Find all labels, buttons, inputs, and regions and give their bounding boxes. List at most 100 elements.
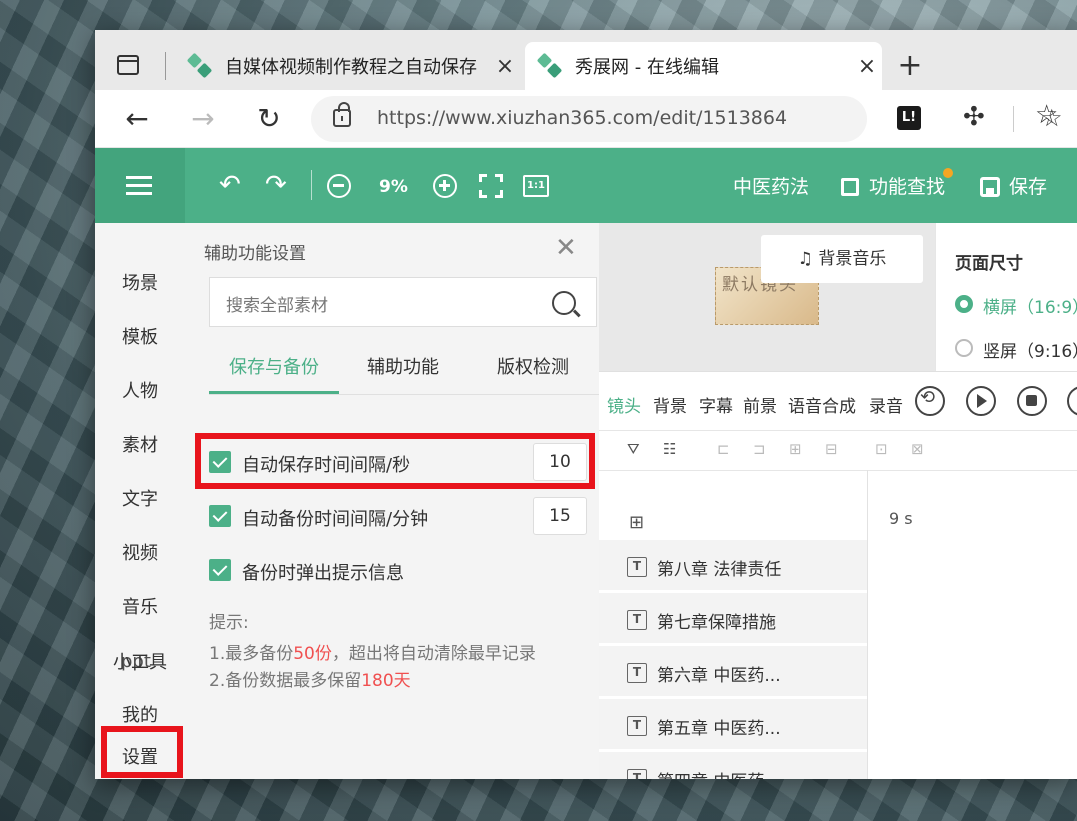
music-icon: ♫ xyxy=(797,249,819,269)
sidebar-item-material[interactable]: 素材 xyxy=(95,431,185,457)
more-control-icon[interactable] xyxy=(1067,386,1077,416)
tab-title: 自媒体视频制作教程之自动保存 xyxy=(225,57,477,78)
tab-tutorial[interactable]: 自媒体视频制作教程之自动保存 × xyxy=(175,42,520,90)
backup-prompt-checkbox[interactable] xyxy=(209,559,231,581)
play-icon[interactable] xyxy=(966,386,996,416)
find-function-button[interactable]: 功能查找 xyxy=(869,172,945,199)
autobackup-checkbox[interactable] xyxy=(209,505,231,527)
toolbar-separator xyxy=(1013,106,1014,132)
forward-icon[interactable]: → xyxy=(185,102,221,136)
timeline-tab-tts[interactable]: 语音合成 xyxy=(788,392,856,417)
sidebar-item-ppt[interactable]: ppt xyxy=(121,651,151,672)
timeline-tab-foreground[interactable]: 前景 xyxy=(743,392,777,417)
project-title[interactable]: 中医药法 xyxy=(733,172,809,199)
tab-divider xyxy=(209,394,599,395)
landscape-label[interactable]: 横屏（16:9） xyxy=(983,293,1077,318)
sidebar-item-text[interactable]: 文字 xyxy=(95,485,185,511)
timeline-tab-shots[interactable]: 镜头 xyxy=(607,392,641,417)
sidebar-item-character[interactable]: 人物 xyxy=(95,377,185,403)
track-label: 第八章 法律责任 xyxy=(657,560,782,580)
back-icon[interactable]: ← xyxy=(119,102,155,136)
timeline-divider xyxy=(599,470,1077,471)
close-icon[interactable]: × xyxy=(852,54,882,79)
track-row[interactable]: T 第七章保障措施 xyxy=(599,593,867,645)
rewind-icon[interactable] xyxy=(915,386,945,416)
portrait-label[interactable]: 竖屏（9:16） xyxy=(983,337,1077,362)
track-row[interactable]: T 第六章 中医药... xyxy=(599,646,867,698)
timeline-panel: 镜头 背景 字幕 前景 语音合成 录音 ⛛ ☷ ⊏ ⊐ ⊞ ⊟ ⊡ ⊠ ⊞ 9 … xyxy=(599,371,1077,779)
tab-save-backup[interactable]: 保存与备份 xyxy=(229,353,319,379)
track-row[interactable]: T 第四章 中医药... xyxy=(599,752,867,779)
track-label: 第七章保障措施 xyxy=(657,613,776,633)
reload-icon[interactable]: ↻ xyxy=(251,102,287,136)
actual-size-icon[interactable]: 1:1 xyxy=(523,175,549,197)
address-bar[interactable]: https://www.xiuzhan365.com/edit/1513864 … xyxy=(311,96,1063,142)
portrait-radio[interactable] xyxy=(955,339,973,357)
align-right-icon[interactable]: ⊐ xyxy=(753,440,766,458)
tab-copyright[interactable]: 版权检测 xyxy=(497,353,569,379)
undo-icon[interactable]: ↶ xyxy=(219,168,241,202)
layer-tree-icon[interactable]: ☷ xyxy=(663,440,676,458)
settings-panel: 辅助功能设置 ✕ 搜索全部素材 保存与备份 辅助功能 版权检测 自动保存时间间隔… xyxy=(185,223,599,779)
track-label: 第四章 中医药... xyxy=(657,767,781,779)
sidebar-item-mine[interactable]: 我的 xyxy=(95,701,185,727)
search-input[interactable]: 搜索全部素材 xyxy=(209,277,597,327)
sidebar-item-template[interactable]: 模板 xyxy=(95,323,185,349)
properties-panel: 页面尺寸 横屏（16:9） 竖屏（9:16） xyxy=(935,223,1077,371)
group-icon[interactable]: ⊡ xyxy=(875,440,888,458)
url-text[interactable]: https://www.xiuzhan365.com/edit/1513864 xyxy=(377,107,787,129)
browser-window: 自媒体视频制作教程之自动保存 × 秀展网 - 在线编辑 × + ← → ↻ ht… xyxy=(95,30,1077,779)
tab-assist[interactable]: 辅助功能 xyxy=(367,353,439,379)
search-function-icon[interactable] xyxy=(841,178,859,196)
align-left-icon[interactable]: ⊏ xyxy=(717,440,730,458)
sidebar-item-scene[interactable]: 场景 xyxy=(95,269,185,295)
extensions-puzzle-icon[interactable]: ✣ xyxy=(963,102,985,132)
track-row[interactable]: T 第五章 中医药... xyxy=(599,699,867,751)
track-label: 第五章 中医药... xyxy=(657,719,781,739)
add-layer-icon[interactable]: ⊞ xyxy=(629,512,644,533)
autobackup-option: 自动备份时间间隔/分钟 15 xyxy=(209,497,593,535)
hamburger-menu-icon[interactable] xyxy=(95,148,185,223)
tab-separator xyxy=(165,52,166,80)
panel-title: 辅助功能设置 xyxy=(204,244,306,264)
distribute-v-icon[interactable]: ⊟ xyxy=(825,440,838,458)
ungroup-icon[interactable]: ⊠ xyxy=(911,440,924,458)
text-layer-icon: T xyxy=(627,769,647,779)
save-icon[interactable] xyxy=(980,177,1000,197)
zoom-out-icon[interactable] xyxy=(327,174,351,198)
zoom-in-icon[interactable] xyxy=(433,174,457,198)
autobackup-interval-input[interactable]: 15 xyxy=(533,497,587,535)
favorites-icon[interactable]: ☆ xyxy=(1035,100,1058,130)
autobackup-label: 自动备份时间间隔/分钟 xyxy=(242,509,429,530)
extension-icon[interactable]: L! xyxy=(897,106,921,130)
text-layer-icon: T xyxy=(627,557,647,577)
search-icon[interactable] xyxy=(552,291,576,315)
timeline-tab-record[interactable]: 录音 xyxy=(869,392,903,417)
timeline-tab-subtitle[interactable]: 字幕 xyxy=(699,392,733,417)
close-icon[interactable]: ✕ xyxy=(555,235,577,261)
track-row[interactable]: T 第八章 法律责任 xyxy=(599,540,867,592)
save-button[interactable]: 保存 xyxy=(1009,172,1047,199)
autosave-highlight-box xyxy=(195,433,595,489)
search-placeholder: 搜索全部素材 xyxy=(226,296,328,316)
redo-icon[interactable]: ↷ xyxy=(265,168,287,202)
tab-actions-icon[interactable] xyxy=(117,55,139,75)
lock-icon[interactable] xyxy=(333,102,351,127)
track-label: 第六章 中医药... xyxy=(657,666,781,686)
filter-icon[interactable]: ⛛ xyxy=(627,440,640,458)
distribute-icon[interactable]: ⊞ xyxy=(789,440,802,458)
site-favicon-icon xyxy=(187,53,213,79)
text-layer-icon: T xyxy=(627,716,647,736)
left-sidebar: 场景 模板 人物 素材 文字 视频 音乐 小工具 ppt 我的 设置 xyxy=(95,223,185,779)
fullscreen-icon[interactable] xyxy=(479,174,503,198)
tip-line-2: 2.备份数据最多保留180天 xyxy=(209,671,411,691)
sidebar-item-music[interactable]: 音乐 xyxy=(95,593,185,619)
timeline-tab-background[interactable]: 背景 xyxy=(653,392,687,417)
background-music-button[interactable]: ♫ 背景音乐 xyxy=(761,235,923,283)
close-icon[interactable]: × xyxy=(490,54,520,79)
sidebar-item-video[interactable]: 视频 xyxy=(95,539,185,565)
landscape-radio[interactable] xyxy=(955,295,973,313)
tab-editor[interactable]: 秀展网 - 在线编辑 × xyxy=(525,42,882,90)
new-tab-icon[interactable]: + xyxy=(895,48,925,83)
stop-icon[interactable] xyxy=(1017,386,1047,416)
